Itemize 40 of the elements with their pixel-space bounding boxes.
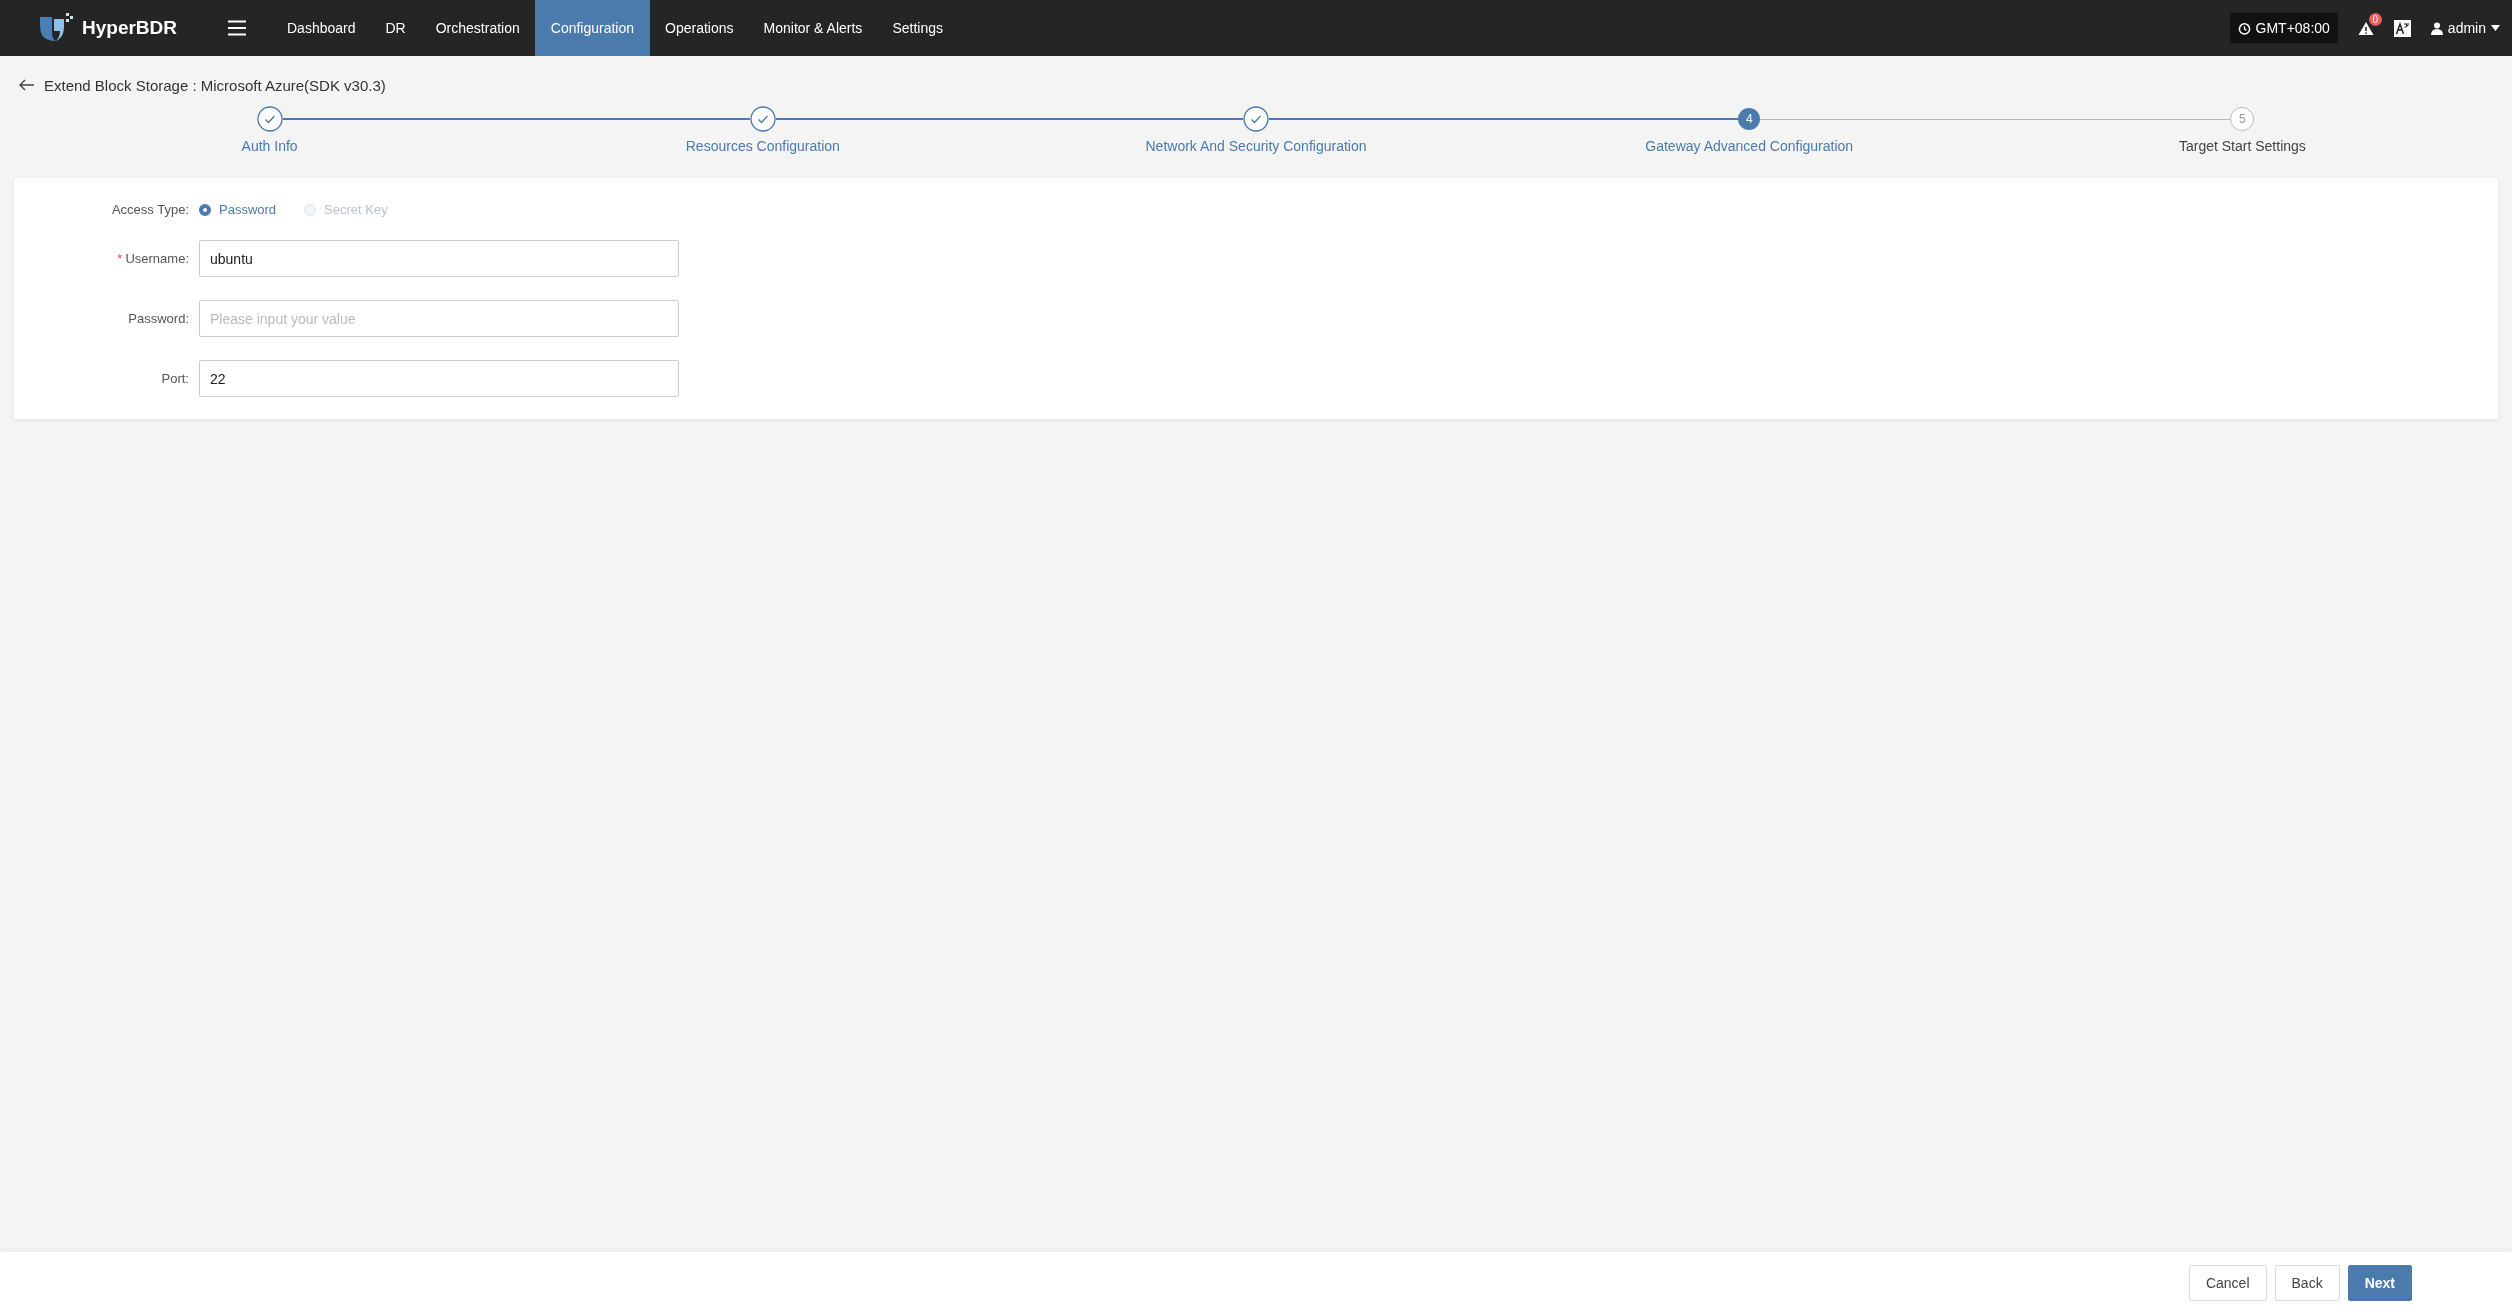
field-label: Password:: [127, 311, 189, 326]
nav-tab[interactable]: Monitor & Alerts: [748, 0, 878, 56]
clock-icon: [2237, 21, 2251, 35]
user-name: admin: [2447, 20, 2486, 36]
step-number: 4: [1738, 108, 1761, 130]
radio-button[interactable]: [199, 203, 211, 216]
warning-icon[interactable]: [2357, 20, 2374, 36]
nav-tab[interactable]: Dashboard: [272, 0, 371, 56]
step-label: Gateway Advanced Configuration: [1645, 138, 1854, 154]
input-field[interactable]: 22: [199, 360, 679, 397]
timezone-badge[interactable]: GMT+08:00: [2229, 13, 2338, 43]
timezone-text: GMT+08:00: [2255, 20, 2330, 36]
action-button[interactable]: Cancel: [2188, 1265, 2267, 1301]
nav-tab[interactable]: DR: [370, 0, 421, 56]
menu-icon[interactable]: [228, 20, 246, 36]
radio-option[interactable]: Password: [199, 202, 277, 217]
field-label: * Username:: [116, 251, 189, 266]
back-arrow-icon[interactable]: [18, 79, 34, 91]
alert-count-badge: 0: [2368, 12, 2382, 26]
nav-tab[interactable]: Operations: [650, 0, 749, 56]
nav-tab[interactable]: Orchestration: [420, 0, 535, 56]
input-field[interactable]: ubuntu: [199, 240, 679, 277]
input-field[interactable]: Please input your value: [199, 300, 679, 337]
caret-icon: [2491, 25, 2500, 31]
action-button[interactable]: Back: [2274, 1265, 2340, 1301]
user-menu[interactable]: admin: [2430, 20, 2500, 36]
nav-tab[interactable]: Settings: [877, 0, 958, 56]
user-icon: [2430, 21, 2443, 35]
brand-name: HyperBDR: [82, 17, 178, 39]
step-label: Auth Info: [241, 138, 298, 154]
step-label: Network And Security Configuration: [1145, 138, 1367, 154]
field-label: Port:: [160, 371, 189, 386]
translate-icon[interactable]: [2393, 19, 2411, 37]
step-label: Resources Configuration: [685, 138, 840, 154]
step-label: Target Start Settings: [2179, 138, 2306, 154]
step-number: 5: [2230, 107, 2255, 131]
nav-tab[interactable]: Configuration: [534, 0, 651, 56]
next-button[interactable]: Next: [2347, 1265, 2412, 1301]
field-label: Access Type:: [110, 202, 189, 217]
page-title: Extend Block Storage : Microsoft Azure(SDK v30.3): [44, 76, 386, 94]
